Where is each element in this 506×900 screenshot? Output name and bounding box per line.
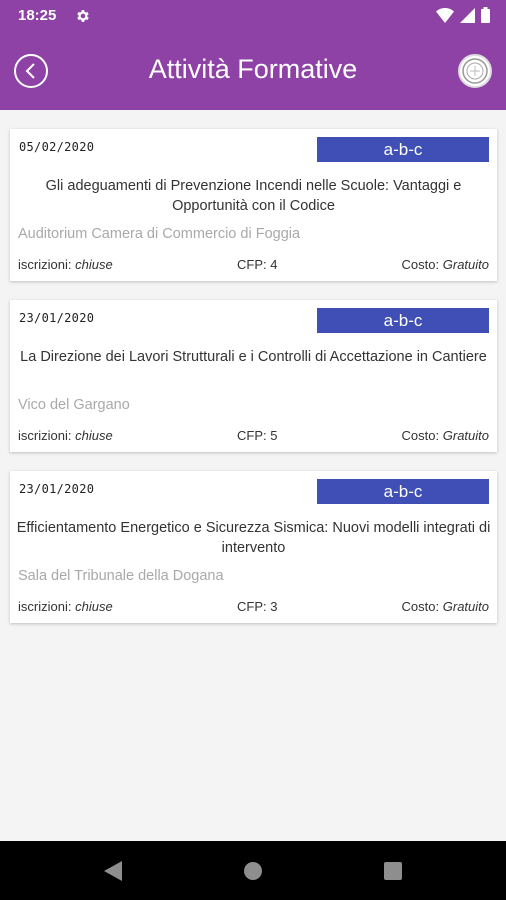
cfp-label: CFP: [237, 257, 267, 272]
registration-label: iscrizioni: [18, 599, 72, 614]
registration-status: iscrizioni: chiuse [18, 257, 113, 272]
wifi-icon [436, 7, 454, 23]
nav-back-icon[interactable] [103, 860, 123, 882]
status-bar: 18:25 [0, 0, 506, 32]
cost-value: Gratuito [442, 599, 489, 614]
settings-icon [77, 10, 89, 22]
event-date: 23/01/2020 [19, 311, 95, 325]
event-card[interactable]: 23/01/2020 a-b-c La Direzione dei Lavori… [10, 300, 497, 452]
cost: Costo: Gratuito [402, 257, 489, 272]
navigation-bar [0, 841, 506, 900]
registration-label: iscrizioni: [18, 428, 72, 443]
event-title: La Direzione dei Lavori Strutturali e i … [20, 349, 487, 365]
registration-value: chiuse [75, 428, 113, 443]
cost-value: Gratuito [442, 428, 489, 443]
event-badge: a-b-c [317, 479, 489, 504]
event-location: Auditorium Camera di Commercio di Foggia [18, 226, 301, 242]
nav-home-icon[interactable] [244, 862, 262, 880]
registration-value: chiuse [75, 599, 113, 614]
app-bar: Attività Formative [0, 32, 506, 110]
cost: Costo: Gratuito [402, 428, 489, 443]
event-location: Sala del Tribunale della Dogana [18, 568, 224, 584]
event-date: 05/02/2020 [19, 140, 95, 154]
cfp: CFP: 4 [237, 257, 277, 272]
event-badge: a-b-c [317, 137, 489, 162]
cost-value: Gratuito [442, 257, 489, 272]
cfp: CFP: 5 [237, 428, 277, 443]
cost: Costo: Gratuito [402, 599, 489, 614]
registration-status: iscrizioni: chiuse [18, 428, 113, 443]
event-date: 23/01/2020 [19, 482, 95, 496]
event-location: Vico del Gargano [18, 397, 130, 413]
cost-label: Costo: [401, 599, 440, 614]
cfp-value: 3 [270, 599, 278, 614]
page-title: Attività Formative [148, 54, 358, 84]
battery-icon [481, 7, 490, 23]
event-card[interactable]: 05/02/2020 a-b-c Gli adeguamenti di Prev… [10, 129, 497, 281]
nav-recent-icon[interactable] [384, 862, 402, 880]
status-time: 18:25 [18, 7, 57, 24]
logo-icon [462, 58, 488, 84]
event-footer: iscrizioni: chiuse CFP: 4 Costo: Gratuit… [18, 257, 489, 275]
event-footer: iscrizioni: chiuse CFP: 3 Costo: Gratuit… [18, 599, 489, 617]
registration-label: iscrizioni: [18, 257, 72, 272]
event-title: Efficientamento Energetico e Sicurezza S… [16, 520, 491, 556]
status-icons [436, 7, 490, 23]
event-title: Gli adeguamenti di Prevenzione Incendi n… [45, 178, 462, 214]
cost-label: Costo: [401, 257, 440, 272]
cfp: CFP: 3 [237, 599, 277, 614]
events-list: 05/02/2020 a-b-c Gli adeguamenti di Prev… [10, 129, 497, 642]
cost-label: Costo: [401, 428, 440, 443]
cfp-value: 4 [270, 257, 278, 272]
signal-icon [460, 7, 475, 23]
cfp-label: CFP: [237, 428, 267, 443]
logo-button[interactable] [458, 54, 492, 88]
registration-value: chiuse [75, 257, 113, 272]
event-card[interactable]: 23/01/2020 a-b-c Efficientamento Energet… [10, 471, 497, 623]
cfp-label: CFP: [237, 599, 267, 614]
event-badge: a-b-c [317, 308, 489, 333]
cfp-value: 5 [270, 428, 278, 443]
event-footer: iscrizioni: chiuse CFP: 5 Costo: Gratuit… [18, 428, 489, 446]
registration-status: iscrizioni: chiuse [18, 599, 113, 614]
